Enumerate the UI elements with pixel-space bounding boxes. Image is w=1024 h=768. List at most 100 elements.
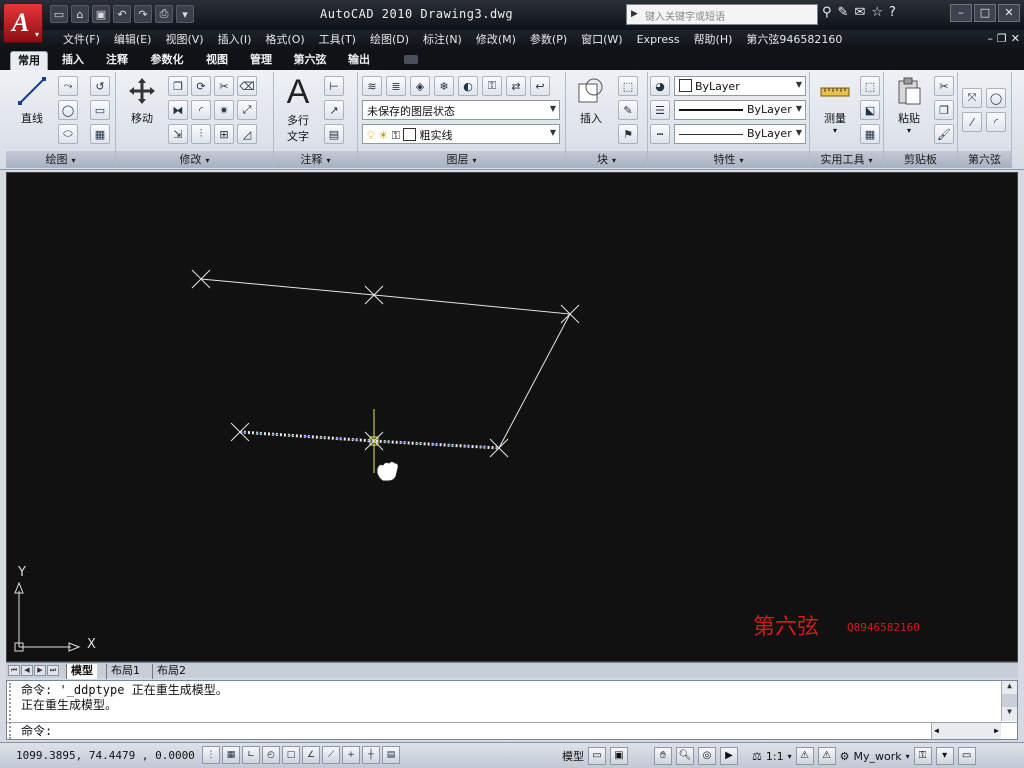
- panel-draw-title[interactable]: 绘图 ▾: [6, 151, 115, 168]
- last-layout-icon[interactable]: ⏭: [47, 665, 59, 676]
- panel-layers-title[interactable]: 图层 ▾: [358, 151, 565, 168]
- mirror-icon[interactable]: ⧓: [168, 100, 188, 120]
- pan-icon[interactable]: ✋︎: [654, 747, 672, 765]
- ortho-mode-icon[interactable]: ∟: [242, 746, 260, 764]
- workspace-name[interactable]: My_work: [853, 750, 901, 763]
- menu-insert[interactable]: 插入(I): [211, 32, 259, 48]
- drawing-restore-button[interactable]: ❐: [997, 32, 1007, 45]
- steering-wheel-icon[interactable]: ◎: [698, 747, 716, 765]
- scroll-thumb[interactable]: [1002, 694, 1017, 707]
- copy-clip-icon[interactable]: ❐: [934, 100, 954, 120]
- qat-dropdown-icon[interactable]: ▾: [176, 5, 194, 23]
- menu-window[interactable]: 窗口(W): [574, 32, 629, 48]
- match-properties-icon[interactable]: 🖌︎: [934, 124, 954, 144]
- zoom-icon[interactable]: 🔍︎: [676, 747, 694, 765]
- layout-tab-model[interactable]: 模型: [66, 664, 97, 679]
- ribbon-minimize-icon[interactable]: [404, 55, 418, 64]
- panel-block-title[interactable]: 块 ▾: [566, 151, 647, 168]
- clean-screen-icon[interactable]: ▭: [957, 747, 976, 765]
- object-snap-icon[interactable]: □: [282, 746, 300, 764]
- layout-tab-layout1[interactable]: 布局1: [106, 664, 144, 679]
- layout-tab-layout2[interactable]: 布局2: [152, 664, 190, 679]
- custom-tool-3-icon[interactable]: ⁄: [962, 112, 982, 132]
- arc-icon[interactable]: ↺: [90, 76, 110, 96]
- panel-modify-title[interactable]: 修改 ▾: [116, 151, 273, 168]
- hardware-acceleration-icon[interactable]: ▾: [935, 747, 954, 765]
- tab-insert[interactable]: 插入: [54, 51, 92, 70]
- panel-custom-title[interactable]: 第六弦: [958, 151, 1011, 168]
- chamfer-icon[interactable]: ◿: [237, 124, 257, 144]
- polyline-upper[interactable]: [200, 278, 571, 449]
- dynamic-ucs-icon[interactable]: ⟋: [322, 746, 340, 764]
- paste-button[interactable]: 粘贴 ▾: [886, 74, 932, 135]
- auto-scale-icon[interactable]: ⚠: [817, 747, 836, 765]
- print-icon[interactable]: ⎙: [155, 5, 173, 23]
- menu-modify[interactable]: 修改(M): [469, 32, 523, 48]
- linetype-icon[interactable]: ┅: [650, 124, 670, 144]
- next-layout-icon[interactable]: ▶: [34, 665, 46, 676]
- menu-file[interactable]: 文件(F): [56, 32, 107, 48]
- insert-block-button[interactable]: 插入: [570, 74, 612, 126]
- coordinate-readout[interactable]: 1099.3895, 74.4479 , 0.0000: [16, 749, 195, 762]
- menu-help[interactable]: 帮助(H): [687, 32, 740, 48]
- maximize-button[interactable]: □: [974, 4, 996, 22]
- explode-icon[interactable]: ✷: [214, 100, 234, 120]
- tab-manage[interactable]: 管理: [242, 51, 280, 70]
- linear-dimension-icon[interactable]: ⊢: [324, 76, 344, 96]
- tab-home[interactable]: 常用: [10, 51, 48, 70]
- minimize-button[interactable]: –: [950, 4, 972, 22]
- stretch-icon[interactable]: ⇲: [168, 124, 188, 144]
- tab-output[interactable]: 输出: [340, 51, 378, 70]
- menu-view[interactable]: 视图(V): [158, 32, 210, 48]
- save-icon[interactable]: ▣: [92, 5, 110, 23]
- help-icon[interactable]: ?: [889, 5, 896, 20]
- panel-properties-title[interactable]: 特性 ▾: [648, 151, 809, 168]
- tab-annotate[interactable]: 注释: [98, 51, 136, 70]
- workspace-dropdown-icon[interactable]: ▾: [906, 752, 910, 761]
- command-vertical-scrollbar[interactable]: ▲ ▼: [1001, 681, 1017, 721]
- drawing-canvas[interactable]: X Y 第六弦 Q8946582160: [6, 172, 1018, 662]
- command-horizontal-scrollbar[interactable]: ◀ ▶: [931, 723, 1001, 739]
- showmotion-icon[interactable]: ▶: [720, 747, 738, 765]
- quick-properties-icon[interactable]: ▤: [382, 746, 400, 764]
- layer-freeze-icon[interactable]: ❄: [434, 76, 454, 96]
- workspace-gear-icon[interactable]: ⚙: [840, 750, 850, 763]
- copy-icon[interactable]: ❐: [168, 76, 188, 96]
- scale-icon[interactable]: ⤢: [237, 100, 257, 120]
- cut-icon[interactable]: ✂: [934, 76, 954, 96]
- table-icon[interactable]: ▤: [324, 124, 344, 144]
- calculator-icon[interactable]: ▦: [860, 124, 880, 144]
- layer-lock-icon[interactable]: ⚿: [482, 76, 502, 96]
- grid-display-icon[interactable]: ▦: [222, 746, 240, 764]
- attribute-icon[interactable]: ⚑: [618, 124, 638, 144]
- tab-parametric[interactable]: 参数化: [142, 51, 192, 70]
- application-menu-button[interactable]: A ▾: [3, 3, 43, 43]
- polar-tracking-icon[interactable]: ◴: [262, 746, 280, 764]
- new-file-icon[interactable]: ▭: [50, 5, 68, 23]
- quick-select-icon[interactable]: ⬚: [860, 76, 880, 96]
- menu-custom[interactable]: 第六弦946582160: [739, 32, 849, 48]
- quick-view-drawings-icon[interactable]: ▣: [610, 747, 628, 765]
- layer-off-icon[interactable]: ◐: [458, 76, 478, 96]
- panel-utilities-title[interactable]: 实用工具 ▾: [810, 151, 883, 168]
- communication-icon[interactable]: ✉: [854, 5, 865, 20]
- rotate-icon[interactable]: ⟳: [191, 76, 211, 96]
- menu-format[interactable]: 格式(O): [258, 32, 311, 48]
- toolbar-lock-icon[interactable]: ⚿: [913, 747, 932, 765]
- layer-properties-icon[interactable]: ≋: [362, 76, 382, 96]
- lineweight-toggle-icon[interactable]: ┼: [362, 746, 380, 764]
- help-search-input[interactable]: ▶ 键入关键字或短语: [626, 4, 818, 25]
- circle-icon[interactable]: ◯: [58, 100, 78, 120]
- fillet-icon[interactable]: ◜: [191, 100, 211, 120]
- undo-icon[interactable]: ↶: [113, 5, 131, 23]
- menu-edit[interactable]: 编辑(E): [107, 32, 159, 48]
- measure-button[interactable]: 测量 ▾: [812, 74, 858, 135]
- create-block-icon[interactable]: ⬚: [618, 76, 638, 96]
- custom-tool-1-icon[interactable]: ⤧: [962, 88, 982, 108]
- quick-view-layouts-icon[interactable]: ▭: [588, 747, 606, 765]
- array-icon[interactable]: ⊞: [214, 124, 234, 144]
- trim-icon[interactable]: ✂: [214, 76, 234, 96]
- custom-tool-2-icon[interactable]: ◯: [986, 88, 1006, 108]
- menu-dimension[interactable]: 标注(N): [416, 32, 469, 48]
- snap-mode-icon[interactable]: ⋮: [202, 746, 220, 764]
